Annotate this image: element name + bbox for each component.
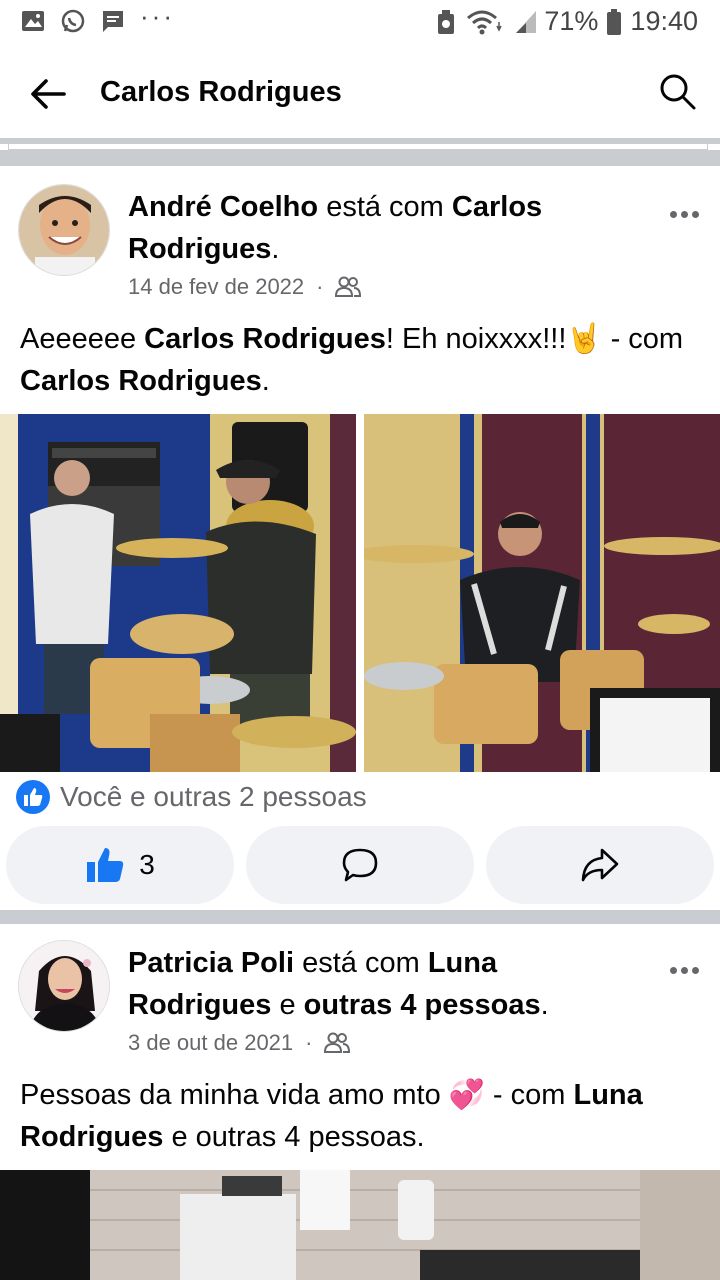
drummer-photo [0, 414, 356, 772]
post-meta: 14 de fev de 2022 · [128, 274, 362, 300]
post-text-part: . [261, 365, 270, 397]
with-text: está com [302, 947, 420, 979]
header-tail: . [271, 233, 280, 265]
post-photo-left[interactable] [0, 414, 356, 772]
post-photo[interactable] [0, 1170, 720, 1280]
page-title: Carlos Rodrigues [100, 76, 342, 108]
post-card: André Coelho está com Carlos Rodrigues. … [0, 166, 720, 910]
author-name[interactable]: André Coelho [128, 191, 318, 223]
friends-icon [324, 1032, 351, 1053]
reactions-text: Você e outras 2 pessoas [60, 781, 367, 812]
post-text-tag[interactable]: Carlos Rodrigues [144, 323, 386, 355]
image-icon [22, 11, 44, 31]
like-count: 3 [139, 849, 155, 880]
top-header: Carlos Rodrigues [0, 46, 720, 138]
post-text-tag[interactable]: Carlos Rodrigues [20, 365, 262, 397]
post-header: André Coelho está com Carlos Rodrigues. [128, 186, 648, 270]
and-text: e [279, 989, 296, 1021]
comment-button[interactable] [246, 826, 474, 904]
like-button[interactable]: 3 [6, 826, 234, 904]
search-icon[interactable] [658, 72, 698, 112]
post-text-part: ! Eh noixxxx!!!🤘 - com [385, 323, 684, 355]
post-text-part: Pessoas da minha vida amo mto 💞 - com [20, 1079, 574, 1111]
status-bar-left: ··· [20, 1, 175, 34]
feed-separator [0, 150, 720, 166]
recycle-icon [438, 9, 455, 34]
status-bar-right: 71% 19:40 [434, 6, 698, 37]
avatar[interactable] [18, 184, 110, 276]
header-tail: . [540, 989, 549, 1021]
others-link[interactable]: outras 4 pessoas [304, 989, 541, 1021]
wifi-icon [467, 10, 503, 34]
post-meta: 3 de out de 2021 · [128, 1030, 351, 1056]
share-icon [581, 848, 619, 882]
post-header: Patricia Poli está com Luna Rodrigues e … [128, 942, 648, 1026]
post-text: Aeeeeee Carlos Rodrigues! Eh noixxxx!!!🤘… [20, 318, 700, 402]
friends-icon [335, 276, 362, 297]
avatar-photo [19, 941, 109, 1031]
signal-icon [516, 10, 537, 33]
post-card: Patricia Poli está com Luna Rodrigues e … [0, 924, 720, 1280]
drummer-photo [364, 414, 720, 772]
meta-dot: · [305, 1030, 313, 1055]
status-more: ··· [140, 0, 175, 31]
clock: 19:40 [630, 6, 698, 36]
author-name[interactable]: Patricia Poli [128, 947, 294, 979]
whatsapp-icon [61, 9, 85, 33]
post-date[interactable]: 14 de fev de 2022 [128, 274, 304, 300]
message-icon [103, 11, 123, 32]
more-icon[interactable] [666, 204, 702, 224]
share-button[interactable] [486, 826, 714, 904]
with-text: está com [326, 191, 444, 223]
post-date[interactable]: 3 de out de 2021 [128, 1030, 293, 1056]
room-photo [0, 1170, 720, 1280]
meta-dot: · [316, 274, 324, 299]
post-text-part: Aeeeeee [20, 323, 145, 355]
avatar[interactable] [18, 940, 110, 1032]
feed-separator [0, 910, 720, 924]
battery-percent: 71% [544, 6, 599, 36]
battery-icon [607, 8, 622, 35]
status-bar: ··· 71% 19:40 [0, 0, 720, 46]
more-icon[interactable] [666, 960, 702, 980]
like-icon [87, 848, 124, 882]
back-arrow-icon[interactable] [24, 70, 72, 118]
post-photo-right[interactable] [364, 414, 720, 772]
avatar-photo [19, 185, 109, 275]
like-badge-icon [16, 780, 50, 814]
post-text: Pessoas da minha vida amo mto 💞 - com Lu… [20, 1074, 700, 1158]
post-text-part: e outras 4 pessoas. [163, 1121, 425, 1153]
reactions-summary[interactable]: Você e outras 2 pessoas [16, 780, 367, 814]
comment-icon [342, 848, 378, 882]
